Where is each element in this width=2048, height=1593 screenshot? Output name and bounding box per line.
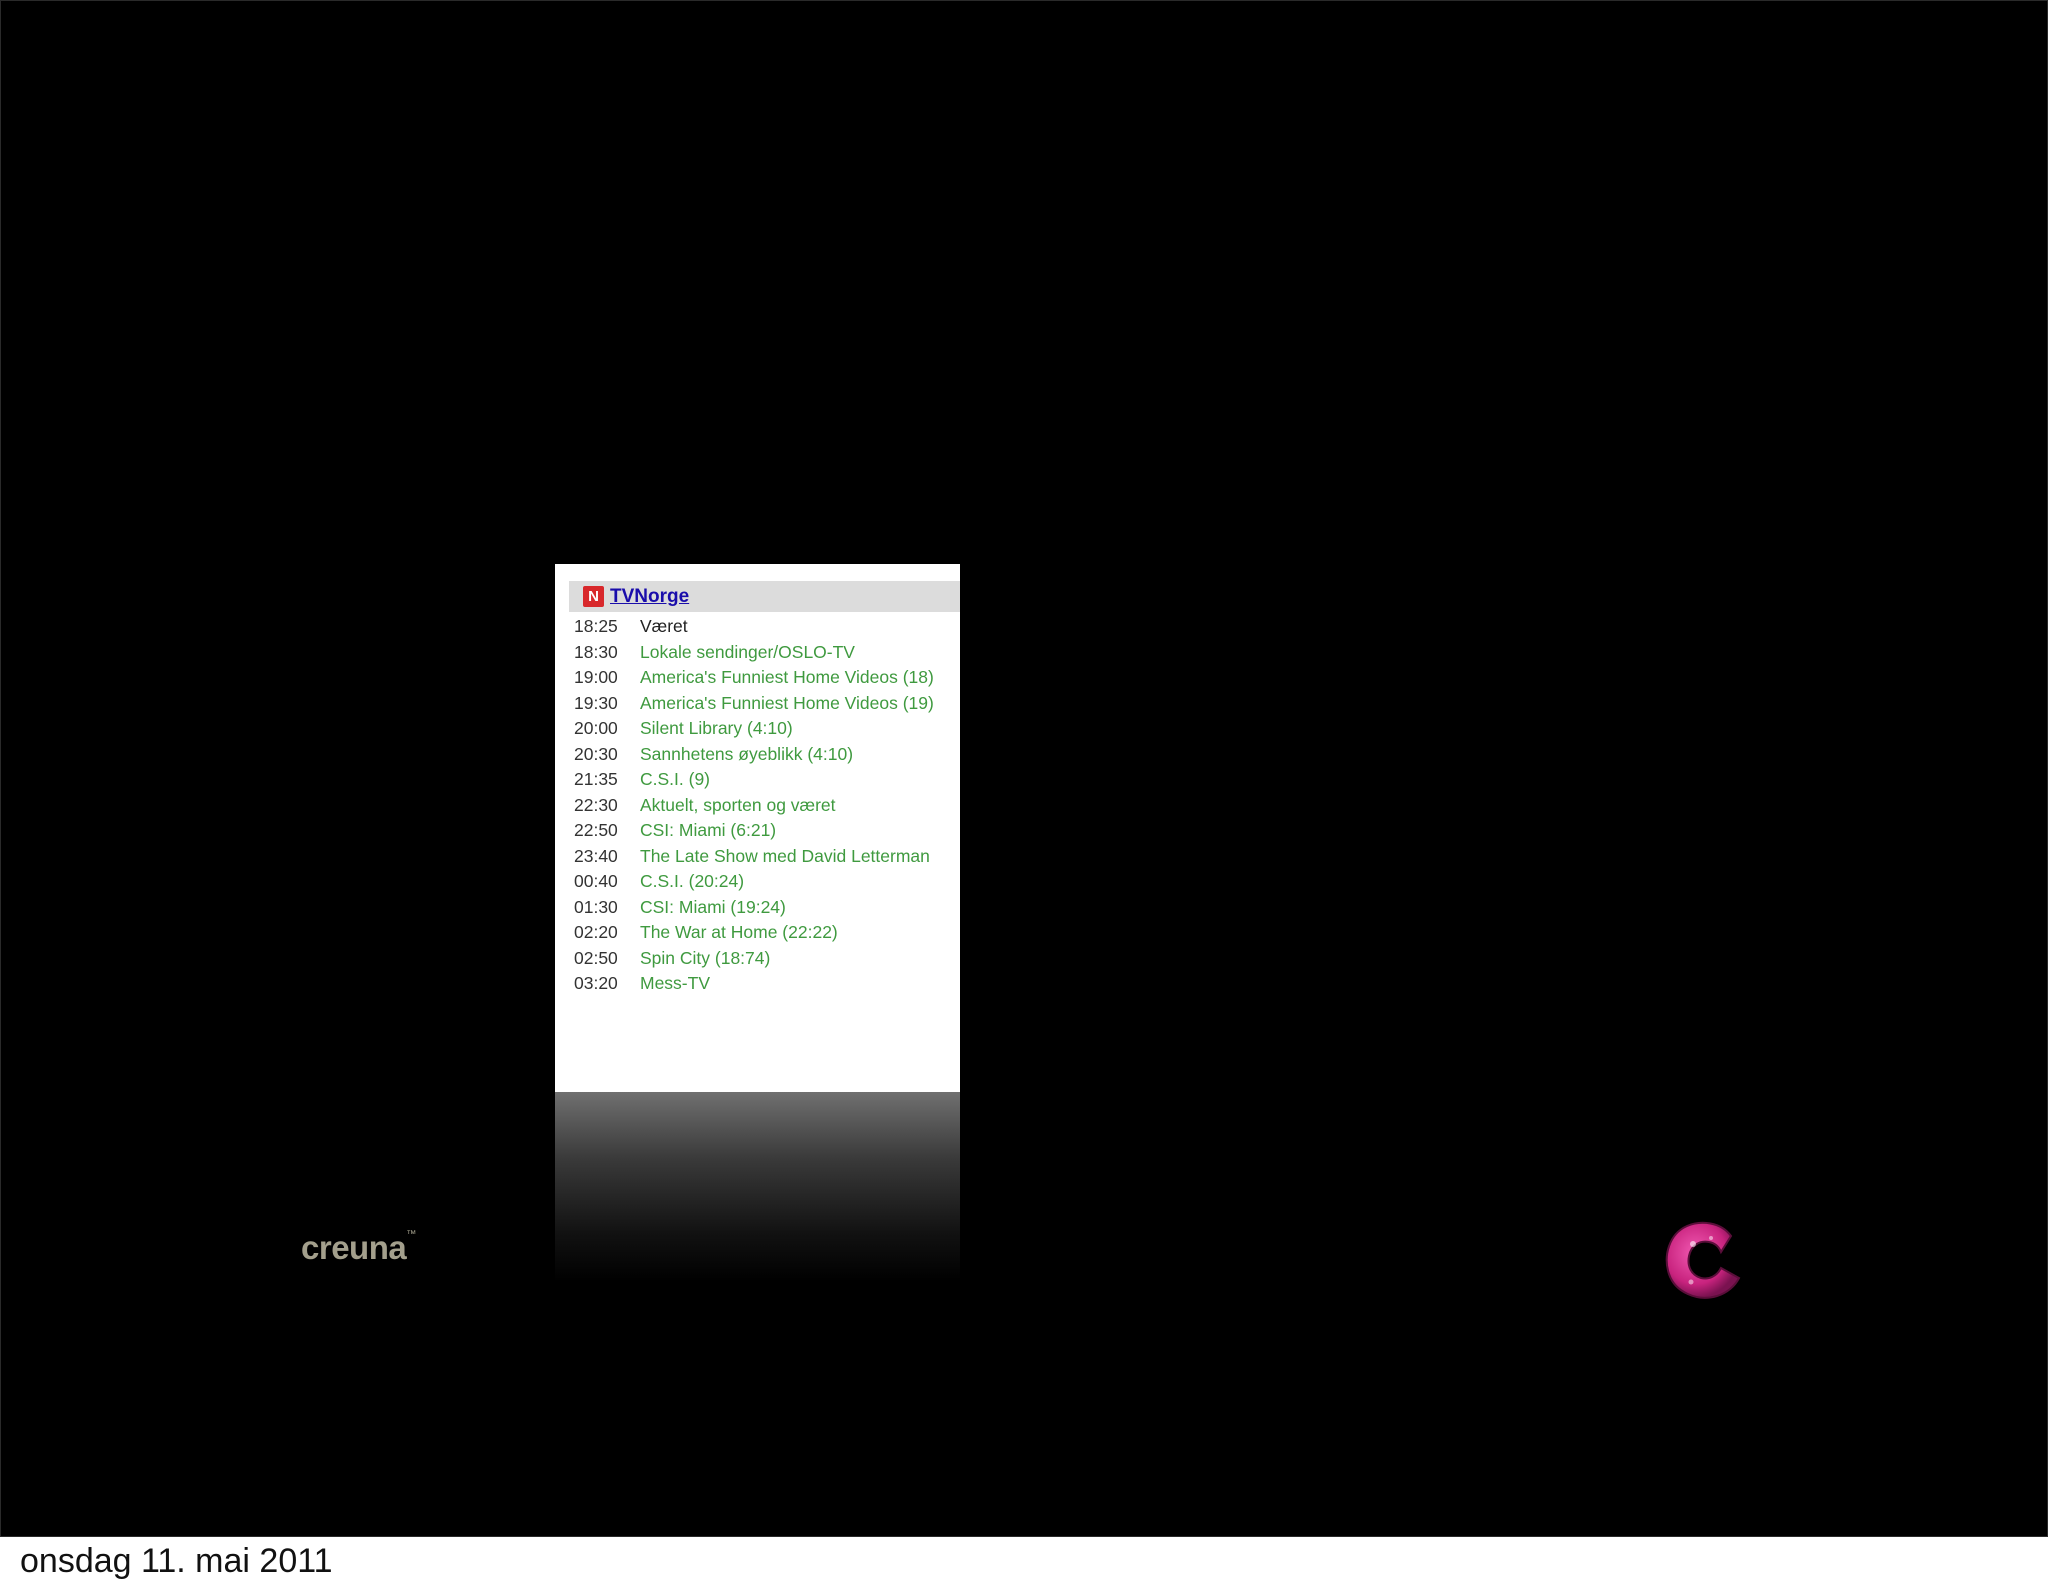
channel-logo-icon: N [583, 586, 604, 607]
schedule-time: 00:40 [574, 871, 618, 891]
schedule-row: 00:40 C.S.I. (20:24) [574, 870, 954, 893]
schedule-row: 20:00 Silent Library (4:10) [574, 717, 954, 740]
schedule-time: 01:30 [574, 896, 618, 917]
schedule-time: 18:25 [574, 616, 618, 636]
schedule-time: 22:30 [574, 794, 618, 815]
schedule-title[interactable]: Aktuelt, sporten og været [640, 794, 954, 817]
creuna-logo: creuna™ [301, 1229, 416, 1266]
schedule-title[interactable]: Mess-TV [640, 972, 954, 995]
schedule-time: 20:30 [574, 743, 618, 764]
schedule-row: 01:30 CSI: Miami (19:24) [574, 896, 954, 919]
schedule-title[interactable]: C.S.I. (20:24) [640, 870, 954, 893]
schedule-title[interactable]: Lokale sendinger/OSLO-TV [640, 641, 954, 664]
schedule-time: 03:20 [574, 973, 618, 993]
schedule-row: 20:30 Sannhetens øyeblikk (4:10) [574, 743, 954, 766]
c-logo-icon [1665, 1221, 1741, 1299]
schedule-title[interactable]: Spin City (18:74) [640, 947, 954, 970]
footer-date: onsdag 11. mai 2011 [20, 1542, 333, 1580]
schedule-title[interactable]: CSI: Miami (6:21) [640, 819, 954, 842]
schedule-row: 19:00 America's Funniest Home Videos (18) [574, 666, 954, 689]
schedule-title[interactable]: The War at Home (22:22) [640, 921, 954, 944]
schedule-time: 02:20 [574, 922, 618, 942]
schedule-row: 23:40 The Late Show med David Letterman [574, 845, 954, 868]
schedule-title[interactable]: CSI: Miami (19:24) [640, 896, 954, 919]
schedule-row: 22:30 Aktuelt, sporten og været [574, 794, 954, 817]
schedule-title[interactable]: America's Funniest Home Videos (19) [640, 692, 954, 715]
schedule-time: 02:50 [574, 947, 618, 968]
channel-header: N TVNorge [569, 581, 960, 612]
schedule-list: 18:25 Været 18:30 Lokale sendinger/OSLO-TV 1… [574, 615, 954, 998]
schedule-title[interactable]: Silent Library (4:10) [640, 717, 954, 740]
schedule-time: 22:50 [574, 820, 618, 840]
schedule-row: 22:50 CSI: Miami (6:21) [574, 819, 954, 842]
schedule-title[interactable]: The Late Show med David Letterman [640, 845, 954, 868]
schedule-row: 19:30 America's Funniest Home Videos (19) [574, 692, 954, 715]
schedule-time: 23:40 [574, 845, 618, 866]
schedule-title[interactable]: C.S.I. (9) [640, 768, 954, 791]
schedule-time: 20:00 [574, 718, 618, 738]
channel-link[interactable]: TVNorge [610, 586, 689, 608]
slide: N TVNorge 18:25 Været 18:30 Lokale sendinge… [0, 0, 2048, 1537]
schedule-title[interactable]: Sannhetens øyeblikk (4:10) [640, 743, 954, 766]
schedule-time: 18:30 [574, 641, 618, 662]
tv-listing-card: N TVNorge 18:25 Været 18:30 Lokale sendinge… [555, 564, 960, 1092]
schedule-row: 18:30 Lokale sendinger/OSLO-TV [574, 641, 954, 664]
schedule-row: 02:50 Spin City (18:74) [574, 947, 954, 970]
schedule-title[interactable]: America's Funniest Home Videos (18) [640, 666, 954, 689]
schedule-row: 21:35 C.S.I. (9) [574, 768, 954, 791]
schedule-row: 02:20 The War at Home (22:22) [574, 921, 954, 944]
card-reflection: 03:20Mess-TV02:50Spin City (18:74)02:20T… [555, 1092, 960, 1282]
schedule-time: 19:00 [574, 667, 618, 687]
schedule-title: Været [640, 616, 688, 636]
schedule-time: 19:30 [574, 692, 618, 713]
schedule-time: 21:35 [574, 769, 618, 789]
schedule-row: 03:20 Mess-TV [574, 972, 954, 995]
schedule-row: 18:25 Været [574, 615, 954, 638]
